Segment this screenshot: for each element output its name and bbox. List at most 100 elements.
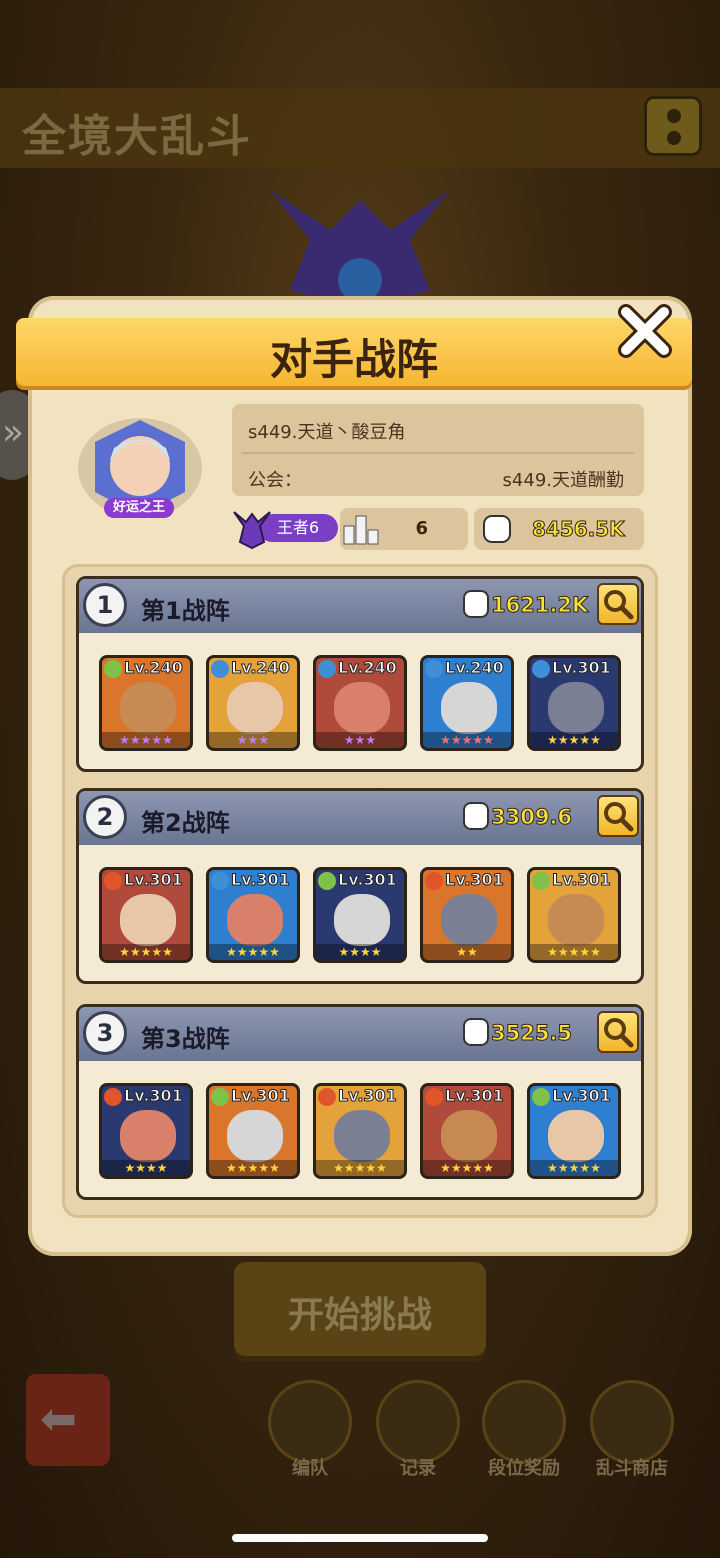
leaf-element-icon xyxy=(104,660,122,678)
hero-level: Lv.301 xyxy=(124,870,184,890)
fire-element-icon xyxy=(425,872,443,890)
hero-level: Lv.301 xyxy=(445,870,505,890)
team-power-box: 1621.2K xyxy=(461,585,589,625)
hero-card[interactable]: Lv.301 ★★★★★ xyxy=(206,1083,300,1179)
hero-card[interactable]: Lv.301 ★★★★ xyxy=(313,867,407,963)
total-power: 8456.5K xyxy=(532,517,626,542)
hero-card[interactable]: Lv.301 ★★ xyxy=(420,867,514,963)
hero-portrait xyxy=(227,894,283,946)
fire-element-icon xyxy=(104,1088,122,1106)
back-button[interactable]: ⬅ xyxy=(26,1374,110,1466)
leaf-element-icon xyxy=(211,1088,229,1106)
guild-label: 公会： xyxy=(248,470,302,491)
fist-icon xyxy=(483,515,511,543)
hero-card[interactable]: Lv.301 ★★★★★ xyxy=(527,867,621,963)
hero-stars: ★★★★★ xyxy=(102,732,190,748)
hero-card[interactable]: Lv.301 ★★★★★ xyxy=(420,1083,514,1179)
hero-card[interactable]: Lv.301 ★★★★★ xyxy=(527,1083,621,1179)
water-element-icon xyxy=(318,660,336,678)
nav-rank-reward-label: 段位奖励 xyxy=(488,1458,560,1479)
dialog-title: 对手战阵 xyxy=(269,335,438,384)
team-power: 3525.5 xyxy=(490,1021,573,1046)
hero-level: Lv.301 xyxy=(231,1086,291,1106)
fist-icon xyxy=(463,802,489,830)
player-name: s449.天道丶酸豆角 xyxy=(248,422,406,443)
nav-formation[interactable]: 编队 xyxy=(266,1380,354,1480)
podium-icon xyxy=(343,515,379,545)
hero-stars: ★★★★★ xyxy=(316,1160,404,1176)
fist-icon xyxy=(463,1018,489,1046)
team-panel-3: 3 第3战阵 3525.5 Lv.301 ★★★★ Lv.301 ★★★★★ Lv.301 ★★… xyxy=(76,1004,644,1200)
nav-shop-label: 乱斗商店 xyxy=(596,1458,668,1479)
hero-card[interactable]: Lv.240 ★★★★★ xyxy=(99,655,193,751)
hero-portrait xyxy=(441,682,497,734)
double-chevron-icon: » xyxy=(2,412,25,453)
team-number: 1 xyxy=(83,583,127,627)
hero-level: Lv.301 xyxy=(552,870,612,890)
close-button[interactable] xyxy=(616,300,676,360)
hero-portrait xyxy=(548,682,604,734)
hero-level: Lv.301 xyxy=(124,1086,184,1106)
hero-card[interactable]: Lv.301 ★★★★★ xyxy=(527,655,621,751)
hero-card[interactable]: Lv.240 ★★★ xyxy=(206,655,300,751)
hero-stars: ★★★★★ xyxy=(530,944,618,960)
hero-card[interactable]: Lv.301 ★★★★ xyxy=(99,1083,193,1179)
shop-icon xyxy=(590,1380,674,1464)
rank-emblem-icon xyxy=(270,190,450,310)
team-power: 3309.6 xyxy=(490,805,573,830)
water-element-icon xyxy=(425,660,443,678)
team-title: 第2战阵 xyxy=(141,809,230,837)
magnifier-icon xyxy=(604,802,634,832)
nav-record-label: 记录 xyxy=(400,1458,436,1479)
home-indicator xyxy=(232,1534,488,1542)
hero-portrait xyxy=(548,894,604,946)
page-title: 全境大乱斗 xyxy=(22,111,252,162)
hero-level: Lv.301 xyxy=(552,1086,612,1106)
total-power-box: 8456.5K xyxy=(474,508,644,550)
hero-card[interactable]: Lv.301 ★★★★★ xyxy=(313,1083,407,1179)
hero-card[interactable]: Lv.301 ★★★★★ xyxy=(99,867,193,963)
nav-rank-reward[interactable]: 段位奖励 xyxy=(480,1380,568,1480)
team-detail-button[interactable] xyxy=(597,583,639,625)
start-challenge-label: 开始挑战 xyxy=(287,1295,432,1336)
player-info-box: s449.天道丶酸豆角 公会： s449.天道酬勤 xyxy=(232,404,644,496)
hero-card[interactable]: Lv.240 ★★★ xyxy=(313,655,407,751)
team-detail-button[interactable] xyxy=(597,1011,639,1053)
hero-card[interactable]: Lv.301 ★★★★★ xyxy=(206,867,300,963)
hero-card[interactable]: Lv.240 ★★★★★ xyxy=(420,655,514,751)
record-icon xyxy=(376,1380,460,1464)
team-title: 第1战阵 xyxy=(141,597,230,625)
rank-reward-icon xyxy=(482,1380,566,1464)
hero-level: Lv.240 xyxy=(124,658,184,678)
hero-stars: ★★★★★ xyxy=(423,732,511,748)
hero-level: Lv.240 xyxy=(445,658,505,678)
team-power-box: 3525.5 xyxy=(461,1013,587,1053)
hero-portrait xyxy=(334,682,390,734)
nav-shop[interactable]: 乱斗商店 xyxy=(588,1380,676,1480)
team-power: 1621.2K xyxy=(490,593,589,618)
team-panel-2: 2 第2战阵 3309.6 Lv.301 ★★★★★ Lv.301 ★★★★★ Lv.301 ★… xyxy=(76,788,644,984)
hero-level: Lv.301 xyxy=(338,1086,398,1106)
hero-portrait xyxy=(334,1110,390,1162)
hero-level: Lv.301 xyxy=(231,870,291,890)
dialog-header: 对手战阵 xyxy=(16,318,692,386)
hero-portrait xyxy=(120,1110,176,1162)
hero-stars: ★★★★★ xyxy=(530,732,618,748)
guild-name: s449.天道酬勤 xyxy=(502,470,624,491)
water-element-icon xyxy=(532,660,550,678)
fire-element-icon xyxy=(318,1088,336,1106)
nav-formation-label: 编队 xyxy=(292,1458,328,1479)
hero-stars: ★★ xyxy=(423,944,511,960)
magnifier-icon xyxy=(604,590,634,620)
team-detail-button[interactable] xyxy=(597,795,639,837)
team-power-box: 3309.6 xyxy=(461,797,587,837)
start-challenge-button[interactable]: 开始挑战 xyxy=(234,1262,486,1356)
nav-record[interactable]: 记录 xyxy=(374,1380,462,1480)
fire-element-icon xyxy=(425,1088,443,1106)
menu-button[interactable] xyxy=(644,96,702,156)
team-panel-1: 1 第1战阵 1621.2K Lv.240 ★★★★★ Lv.240 ★★★ Lv.240 ★★… xyxy=(76,576,644,772)
hero-stars: ★★★★★ xyxy=(102,944,190,960)
rank-badge: 王者6 xyxy=(230,506,340,550)
team-number: 2 xyxy=(83,795,127,839)
hero-portrait xyxy=(227,682,283,734)
